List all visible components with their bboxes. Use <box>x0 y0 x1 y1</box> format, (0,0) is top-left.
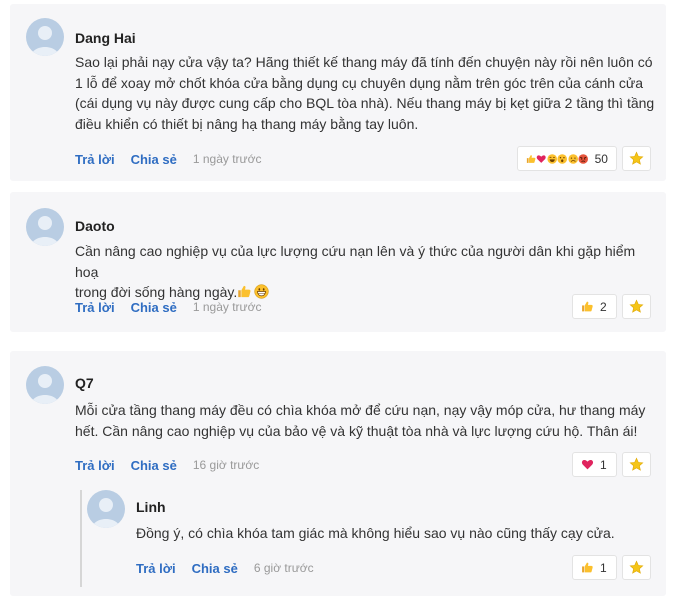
comment-text-line: Cần nâng cao nghiệp vụ của lực lượng cứu… <box>75 243 636 280</box>
reply-button[interactable]: Trả lời <box>75 152 115 167</box>
thumbs-up-icon <box>237 284 252 299</box>
comment-text: Sao lại phải nạy cửa vậy ta? Hãng thiết … <box>75 52 660 134</box>
comment-text-line: 1 lỗ để xoay mở chốt khóa cửa bằng dụng … <box>75 74 644 91</box>
avatar[interactable] <box>26 366 64 404</box>
star-icon <box>629 151 644 166</box>
star-button[interactable] <box>622 294 651 319</box>
share-button[interactable]: Chia sẻ <box>192 561 238 576</box>
reactions-button[interactable]: 2 <box>572 294 617 319</box>
comment-card: Dang Hai Sao lại phải nạy cửa vậy ta? Hã… <box>10 4 666 181</box>
heart-icon <box>581 458 594 471</box>
comment-author[interactable]: Dang Hai <box>75 30 136 46</box>
reaction-count: 1 <box>600 560 607 575</box>
comment-text: Mỗi cửa tầng thang máy đều có chìa khóa … <box>75 400 660 441</box>
share-button[interactable]: Chia sẻ <box>131 300 177 315</box>
reply-button[interactable]: Trả lời <box>75 458 115 473</box>
reply-author[interactable]: Linh <box>136 499 166 515</box>
star-icon <box>629 560 644 575</box>
star-icon <box>629 457 644 472</box>
comment-actions: Trả lời Chia sẻ 1 ngày trước <box>75 298 261 316</box>
like-icon <box>581 300 594 313</box>
comment-text-line: điều khiển có thiết bị nâng hạ thang máy… <box>75 115 419 132</box>
comment-text: Cần nâng cao nghiệp vụ của lực lượng cứu… <box>75 241 660 303</box>
star-button[interactable] <box>622 452 651 477</box>
avatar[interactable] <box>87 490 125 528</box>
comment-time: 16 giờ trước <box>192 458 260 472</box>
wow-icon <box>557 153 567 165</box>
reply-actions: Trả lời Chia sẻ 6 giờ trước <box>136 559 314 577</box>
reactions-button[interactable]: 1 <box>572 555 617 580</box>
reply-button[interactable]: Trả lời <box>75 300 115 315</box>
like-icon <box>581 561 594 574</box>
comment-author[interactable]: Q7 <box>75 375 94 391</box>
comment-time: 1 ngày trước <box>192 300 262 314</box>
share-button[interactable]: Chia sẻ <box>131 152 177 167</box>
reaction-count: 50 <box>594 151 608 166</box>
reaction-count: 2 <box>600 299 607 314</box>
reply-button[interactable]: Trả lời <box>136 561 176 576</box>
heart-icon <box>536 153 546 165</box>
comment-card: Daoto Cần nâng cao nghiệp vụ của lực lượ… <box>10 192 666 332</box>
reply-time: 6 giờ trước <box>253 561 314 575</box>
angry-icon <box>578 153 588 165</box>
star-icon <box>629 299 644 314</box>
reply-text: Đồng ý, có chìa khóa tam giác mà không h… <box>136 523 656 544</box>
reactions-button[interactable]: 50 <box>517 146 617 171</box>
comment-actions: Trả lời Chia sẻ 1 ngày trước <box>75 150 261 168</box>
like-icon <box>526 153 536 165</box>
reply-text-line: Đồng ý, có chìa khóa tam giác mà không h… <box>136 525 615 541</box>
comment-actions: Trả lời Chia sẻ 16 giờ trước <box>75 456 259 474</box>
laugh-icon <box>547 153 557 165</box>
avatar[interactable] <box>26 18 64 56</box>
comment-text-line: (cái dụng vụ này được cung cấp cho BQL t… <box>75 95 655 111</box>
reaction-count: 1 <box>600 457 607 472</box>
star-button[interactable] <box>622 555 651 580</box>
share-button[interactable]: Chia sẻ <box>131 458 177 473</box>
sad-icon <box>568 153 578 165</box>
reactions-button[interactable]: 1 <box>572 452 617 477</box>
comment-author[interactable]: Daoto <box>75 218 115 234</box>
reply-thread-line <box>80 490 82 587</box>
comment-card: Q7 Mỗi cửa tầng thang máy đều có chìa kh… <box>10 351 666 596</box>
star-button[interactable] <box>622 146 651 171</box>
comment-text-line: Mỗi cửa tầng thang máy đều có chìa khóa … <box>75 402 646 418</box>
grin-icon <box>254 284 269 299</box>
comment-time: 1 ngày trước <box>192 152 262 166</box>
avatar[interactable] <box>26 208 64 246</box>
comment-text-line: hết. Cần nâng cao nghiệp vụ của bảo vệ v… <box>75 422 638 439</box>
comment-text-line: Sao lại phải nạy cửa vậy ta? Hãng thiết … <box>75 54 653 70</box>
